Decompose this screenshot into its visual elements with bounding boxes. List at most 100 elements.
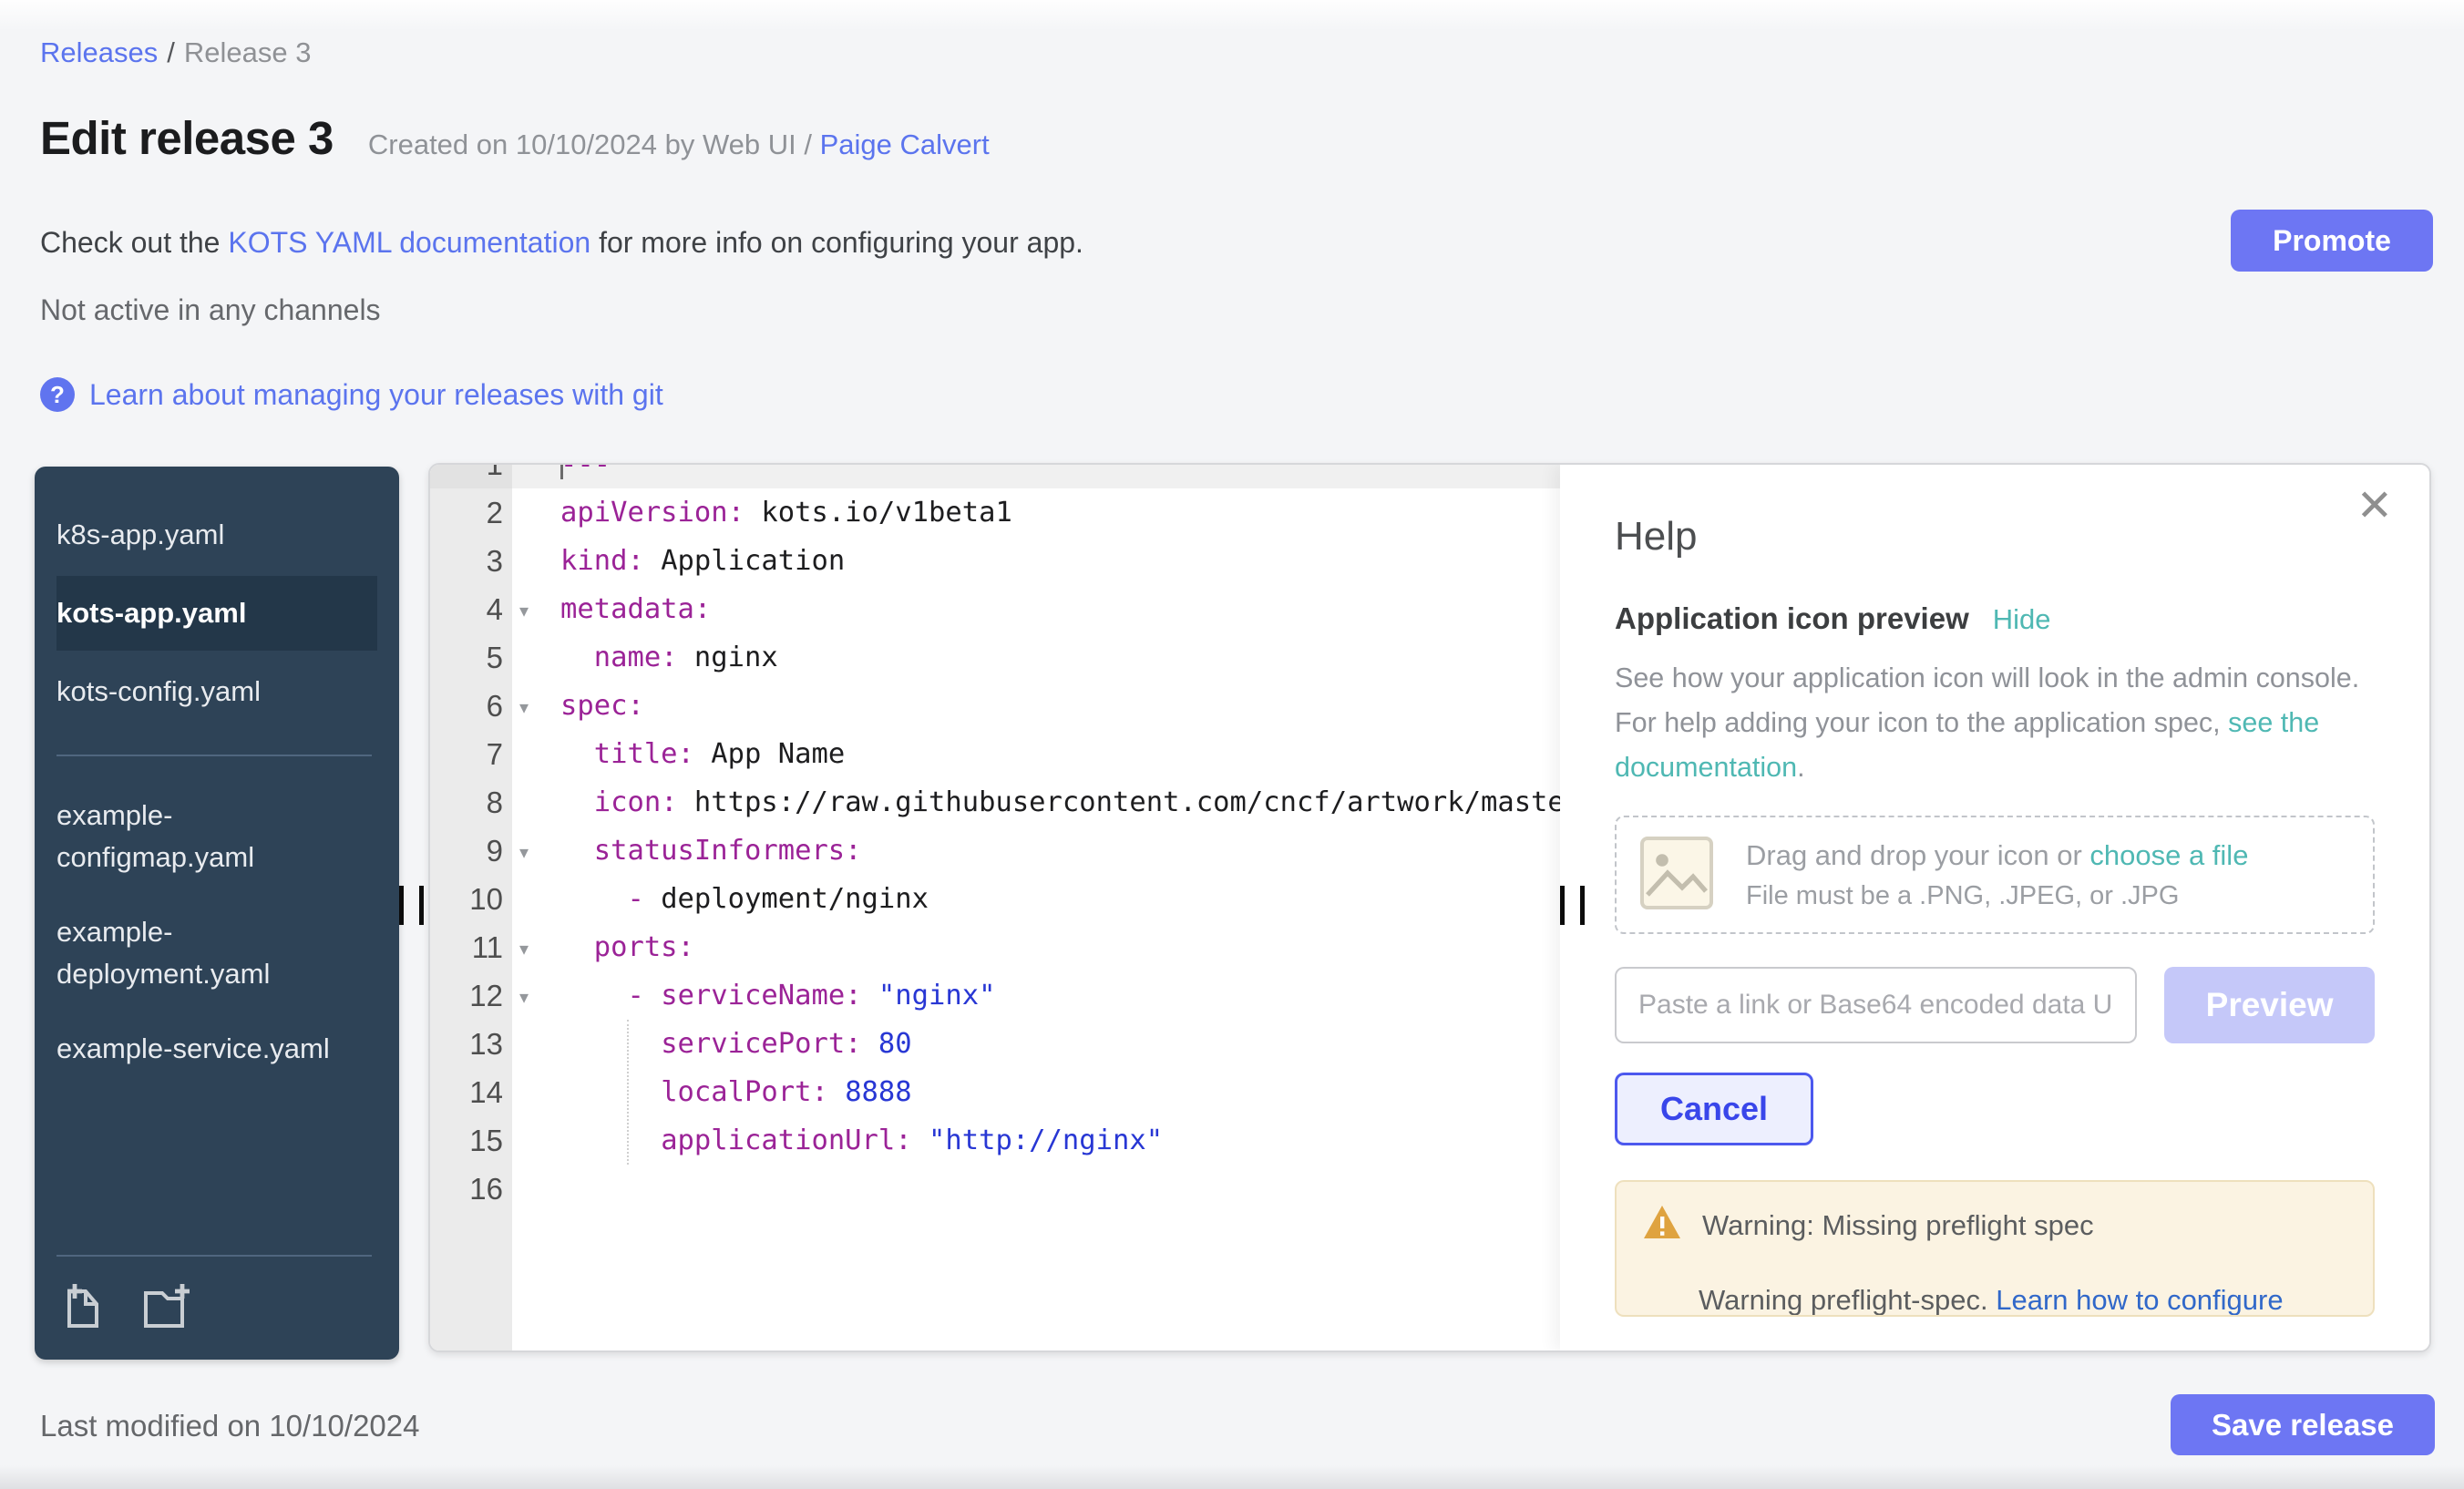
line-number: 5 — [430, 633, 512, 682]
code-text — [512, 1165, 560, 1213]
channel-status: Not active in any channels — [40, 293, 381, 327]
choose-file-link[interactable]: choose a file — [2089, 839, 2248, 871]
question-icon: ? — [40, 377, 75, 412]
code-line[interactable]: 2 apiVersion: kots.io/v1beta1 — [430, 488, 1560, 537]
save-release-button[interactable]: Save release — [2171, 1394, 2435, 1455]
code-line[interactable]: 7 title: App Name — [430, 730, 1560, 778]
code-line[interactable]: 16 — [430, 1165, 1560, 1213]
line-number: 15 — [430, 1116, 512, 1165]
sidebar-file-item[interactable]: example-deployment.yaml — [35, 895, 399, 1011]
yaml-editor[interactable]: 1 --- 2 apiVersion: kots.io/v1beta1 3 ki… — [430, 465, 1560, 1350]
code-line[interactable]: 9▾ statusInformers: — [430, 827, 1560, 875]
icon-preview-description: See how your application icon will look … — [1615, 656, 2385, 790]
learn-configure-link[interactable]: Learn how to configure — [1996, 1284, 2283, 1316]
cancel-button[interactable]: Cancel — [1615, 1073, 1813, 1145]
code-text: title: App Name — [512, 730, 845, 778]
breadcrumb-releases-link[interactable]: Releases — [40, 36, 158, 68]
file-name: example-deployment.yaml — [56, 911, 280, 995]
line-number: 6▾ — [430, 682, 512, 730]
close-icon[interactable]: ✕ — [2356, 485, 2393, 529]
code-text: icon: https://raw.githubusercontent.com/… — [512, 778, 1560, 827]
file-name: kots-app.yaml — [56, 597, 246, 629]
image-placeholder-icon — [1638, 835, 1715, 916]
promote-button[interactable]: Promote — [2231, 210, 2433, 272]
line-number: 16 — [430, 1165, 512, 1213]
git-help-link[interactable]: ? Learn about managing your releases wit… — [40, 377, 663, 412]
dropzone-text-prefix: Drag and drop your icon or — [1746, 839, 2089, 871]
code-line[interactable]: 4▾ metadata: — [430, 585, 1560, 633]
icon-url-input[interactable] — [1615, 967, 2137, 1043]
fold-arrow-icon[interactable]: ▾ — [512, 828, 536, 877]
hide-link[interactable]: Hide — [1993, 603, 2051, 636]
code-text: applicationUrl: "http://nginx" — [512, 1116, 1163, 1165]
code-line[interactable]: 1 --- — [430, 465, 1560, 488]
created-text: Created on 10/10/2024 by Web UI / — [368, 128, 820, 160]
sidebar-file-item[interactable]: kots-config.yaml — [35, 654, 399, 729]
line-number: 13 — [430, 1020, 512, 1068]
code-text: metadata: — [512, 585, 711, 633]
release-editor-card: 1 --- 2 apiVersion: kots.io/v1beta1 3 ki… — [428, 463, 2431, 1352]
sidebar-file-item[interactable]: kots-app.yaml — [56, 576, 377, 651]
code-line[interactable]: 15 applicationUrl: "http://nginx" — [430, 1116, 1560, 1165]
warning-icon — [1642, 1204, 1682, 1248]
line-number: 3 — [430, 537, 512, 585]
sidebar-resize-handle[interactable] — [399, 886, 424, 925]
dropzone-hint: File must be a .PNG, .JPEG, or .JPG — [1746, 881, 2248, 911]
code-text: apiVersion: kots.io/v1beta1 — [512, 488, 1012, 537]
dropzone-text: Drag and drop your icon or choose a file — [1746, 839, 2248, 872]
file-name: k8s-app.yaml — [56, 519, 224, 550]
code-text: - serviceName: "nginx" — [512, 971, 995, 1020]
docs-text-suffix: for more info on configuring your app. — [590, 226, 1083, 259]
breadcrumb: Releases / Release 3 — [40, 36, 311, 69]
new-file-icon[interactable] — [58, 1280, 111, 1336]
code-line[interactable]: 5 name: nginx — [430, 633, 1560, 682]
code-line[interactable]: 6▾ spec: — [430, 682, 1560, 730]
code-line[interactable]: 11▾ ports: — [430, 923, 1560, 971]
icon-dropzone[interactable]: Drag and drop your icon or choose a file… — [1615, 816, 2375, 934]
docs-row: Check out the KOTS YAML documentation fo… — [40, 226, 1083, 260]
sidebar-file-item[interactable]: k8s-app.yaml — [35, 498, 399, 572]
author-link[interactable]: Paige Calvert — [820, 128, 990, 160]
file-list-top: k8s-app.yaml kots-app.yaml kots-config.yam… — [35, 498, 399, 729]
code-text: statusInformers: — [512, 827, 862, 875]
breadcrumb-current: Release 3 — [184, 36, 312, 68]
code-line[interactable]: 8 icon: https://raw.githubusercontent.co… — [430, 778, 1560, 827]
kots-docs-link[interactable]: KOTS YAML documentation — [228, 226, 590, 259]
code-line[interactable]: 3 kind: Application — [430, 537, 1560, 585]
line-number: 2 — [430, 488, 512, 537]
code-line[interactable]: 12▾ - serviceName: "nginx" — [430, 971, 1560, 1020]
last-modified-text: Last modified on 10/10/2024 — [40, 1409, 419, 1443]
file-list-bottom: example-configmap.yaml example-deployment… — [35, 778, 399, 1086]
help-panel: ✕ Help Application icon preview Hide See… — [1560, 465, 2429, 1350]
code-text: kind: Application — [512, 537, 845, 585]
title-row: Edit release 3 Created on 10/10/2024 by … — [40, 111, 990, 165]
breadcrumb-separator: / — [167, 36, 175, 68]
new-folder-icon[interactable] — [139, 1280, 199, 1336]
line-number: 4▾ — [430, 585, 512, 633]
code-line[interactable]: 10 - deployment/nginx — [430, 875, 1560, 923]
file-tree-sidebar: k8s-app.yaml kots-app.yaml kots-config.yam… — [35, 467, 399, 1360]
git-help-label: Learn about managing your releases with … — [89, 378, 663, 412]
code-line[interactable]: 13 servicePort: 80 — [430, 1020, 1560, 1068]
indent-guide — [627, 1020, 629, 1165]
line-number: 11▾ — [430, 923, 512, 971]
help-panel-title: Help — [1615, 514, 2375, 560]
page-title: Edit release 3 — [40, 111, 334, 165]
preview-button[interactable]: Preview — [2164, 967, 2375, 1043]
fold-arrow-icon[interactable]: ▾ — [512, 683, 536, 732]
line-number: 8 — [430, 778, 512, 827]
preflight-warning-box: Warning: Missing preflight spec Warning … — [1615, 1180, 2375, 1317]
help-panel-resize-handle[interactable] — [1560, 886, 1585, 925]
line-number: 12▾ — [430, 971, 512, 1020]
code-line[interactable]: 14 localPort: 8888 — [430, 1068, 1560, 1116]
line-number: 7 — [430, 730, 512, 778]
fold-arrow-icon[interactable]: ▾ — [512, 973, 536, 1022]
file-name: example-configmap.yaml — [56, 795, 280, 878]
created-info: Created on 10/10/2024 by Web UI / Paige … — [368, 128, 990, 161]
code-text: servicePort: 80 — [512, 1020, 912, 1068]
fold-arrow-icon[interactable]: ▾ — [512, 925, 536, 973]
sidebar-file-item[interactable]: example-service.yaml — [35, 1011, 399, 1086]
fold-arrow-icon[interactable]: ▾ — [512, 587, 536, 635]
sidebar-file-item[interactable]: example-configmap.yaml — [35, 778, 399, 895]
file-name: kots-config.yaml — [56, 675, 261, 707]
